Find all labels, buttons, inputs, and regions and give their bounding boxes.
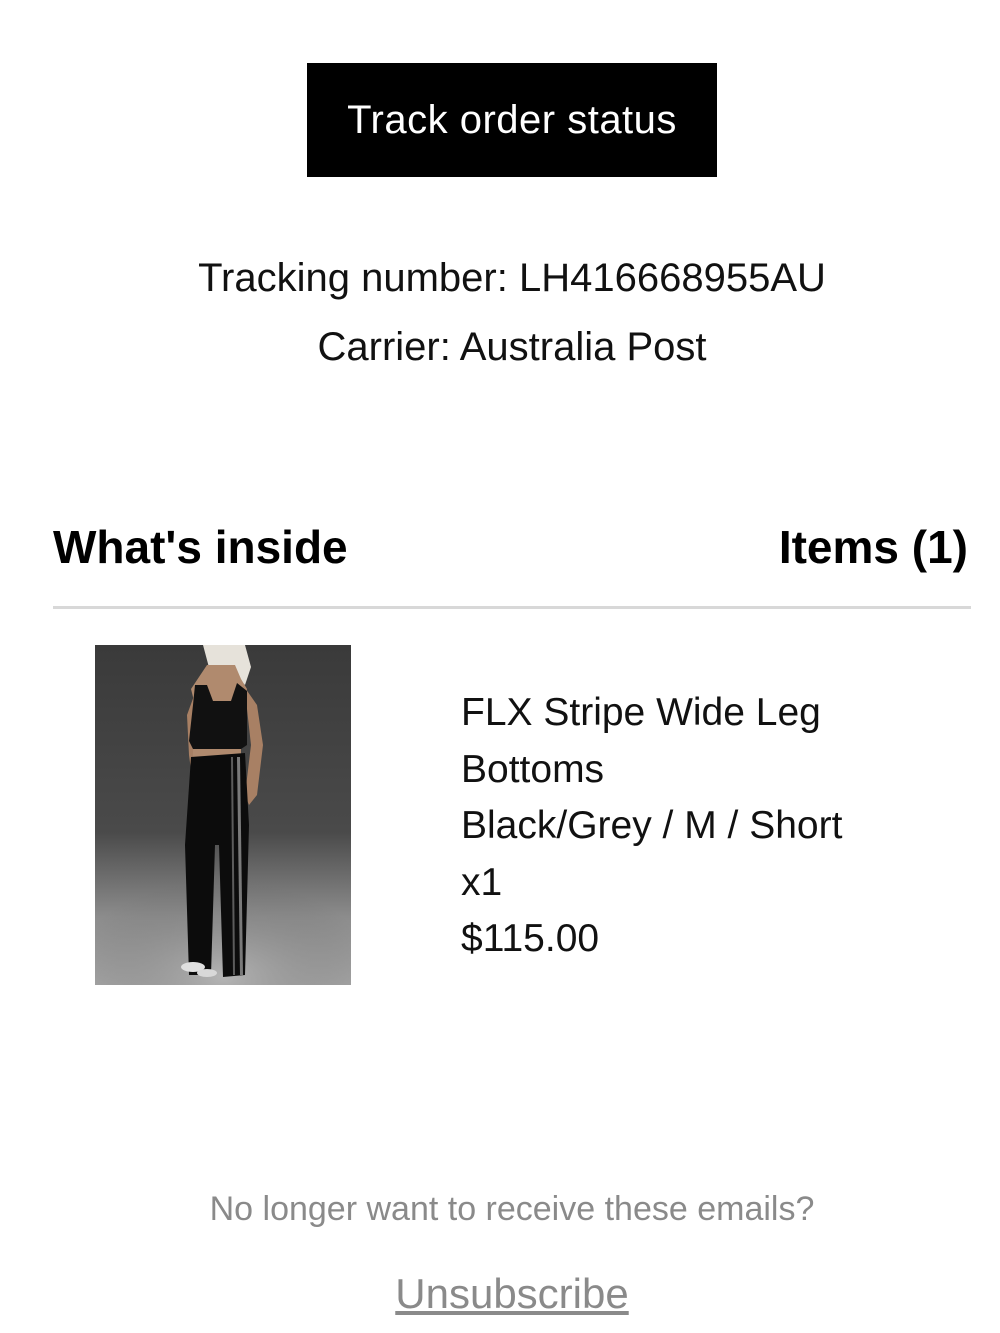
product-price: $115.00 [461,917,600,960]
whats-inside-heading: What's inside [53,521,348,573]
tracking-number: Tracking number: LH416668955AU [198,256,826,300]
items-count: Items (1) [778,521,968,573]
section-divider [53,606,971,609]
product-photo[interactable] [95,645,351,985]
track-order-status-button[interactable]: Track order status [307,63,717,177]
carrier: Carrier: Australia Post [317,325,707,369]
unsubscribe-prompt: No longer want to receive these emails? [209,1190,815,1228]
product-quantity: x1 [461,860,503,904]
product-title[interactable]: FLX Stripe Wide Leg Bottoms [461,685,941,798]
product-details: FLX Stripe Wide Leg Bottoms Black/Grey /… [461,685,941,968]
product-variant: Black/Grey / M / Short [461,804,843,847]
unsubscribe-link[interactable]: Unsubscribe [0,1270,1000,1318]
